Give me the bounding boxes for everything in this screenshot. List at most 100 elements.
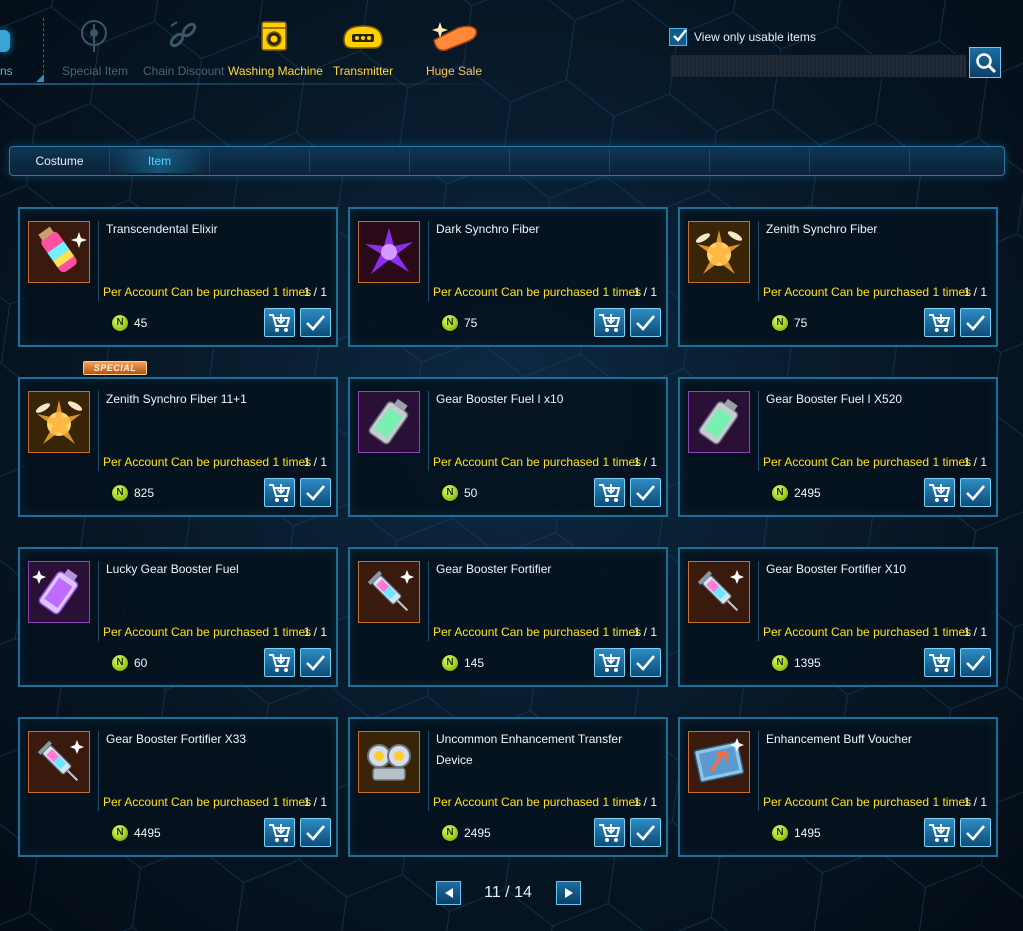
currency-coin-icon: N — [442, 315, 458, 331]
currency-symbol: N — [776, 317, 784, 328]
item-card[interactable]: Dark Synchro Fiber Per Account Can be pur… — [348, 207, 668, 347]
item-name: Enhancement Buff Voucher — [766, 732, 912, 746]
cart-icon — [599, 314, 621, 332]
prev-page-button[interactable] — [436, 881, 461, 905]
cart-icon — [269, 484, 291, 502]
tab-special-item[interactable]: Special Item — [62, 18, 128, 80]
currency-coin-icon: N — [772, 315, 788, 331]
card-divider — [98, 731, 99, 811]
checkmark-icon — [306, 315, 325, 331]
page-indicator: 11 / 14 — [484, 884, 532, 901]
category-tab-costume[interactable]: Costume — [10, 149, 110, 173]
buy-button[interactable] — [264, 648, 295, 677]
buy-button[interactable] — [924, 478, 955, 507]
checkmark-icon — [966, 825, 985, 841]
checkmark-icon — [636, 655, 655, 671]
item-card[interactable]: Enhancement Buff Voucher Per Account Can … — [678, 717, 998, 857]
category-bar: Costume Item — [9, 146, 1005, 176]
buy-button[interactable] — [594, 818, 625, 847]
currency-symbol: N — [446, 317, 454, 328]
card-divider — [758, 731, 759, 811]
select-button[interactable] — [960, 648, 991, 677]
view-usable-toggle[interactable]: View only usable items — [669, 27, 816, 47]
buy-button[interactable] — [924, 648, 955, 677]
select-button[interactable] — [300, 478, 331, 507]
buy-button[interactable] — [264, 308, 295, 337]
tab-chain-discount-label: Chain Discount — [143, 64, 225, 78]
item-price: 145 — [464, 656, 485, 670]
buy-button[interactable] — [264, 818, 295, 847]
cart-icon — [599, 654, 621, 672]
washing-machine-icon — [261, 21, 287, 51]
card-divider — [758, 391, 759, 471]
buy-button[interactable] — [924, 308, 955, 337]
select-button[interactable] — [300, 818, 331, 847]
select-button[interactable] — [630, 818, 661, 847]
buy-button[interactable] — [594, 308, 625, 337]
select-button[interactable] — [960, 818, 991, 847]
buy-button[interactable] — [594, 478, 625, 507]
tab-divider-marker — [36, 74, 44, 82]
purchase-limit-text: Per Account Can be purchased 1 times — [763, 455, 972, 469]
currency-coin-icon: N — [112, 825, 128, 841]
purchase-count: 1 / 1 — [963, 625, 987, 639]
purchase-limit-text: Per Account Can be purchased 1 times — [763, 795, 972, 809]
purchase-count: 1 / 1 — [633, 285, 657, 299]
purchase-count: 1 / 1 — [963, 455, 987, 469]
item-card[interactable]: Gear Booster Fortifier X33 Per Account Ca… — [18, 717, 338, 857]
checkmark-icon — [966, 485, 985, 501]
item-card[interactable]: Zenith Synchro Fiber 11+1 Per Account Can… — [18, 377, 338, 517]
cart-icon — [929, 484, 951, 502]
tab-partial[interactable]: ns — [0, 22, 40, 80]
item-card[interactable]: Gear Booster Fuel I X520 Per Account Can … — [678, 377, 998, 517]
currency-symbol: N — [776, 487, 784, 498]
purchase-limit-text: Per Account Can be purchased 1 times — [433, 455, 642, 469]
card-divider — [98, 221, 99, 301]
select-button[interactable] — [300, 648, 331, 677]
tab-chain-discount[interactable]: Chain Discount — [143, 18, 225, 80]
item-thumbnail — [688, 221, 750, 283]
tab-transmitter[interactable]: Transmitter — [330, 18, 396, 80]
item-card[interactable]: Gear Booster Fortifier Per Account Can be… — [348, 547, 668, 687]
buy-button[interactable] — [594, 648, 625, 677]
select-button[interactable] — [300, 308, 331, 337]
checkmark-icon — [306, 825, 325, 841]
next-page-button[interactable] — [556, 881, 581, 905]
item-card[interactable]: Lucky Gear Booster Fuel Per Account Can b… — [18, 547, 338, 687]
purchase-limit-text: Per Account Can be purchased 1 times — [103, 625, 312, 639]
item-thumbnail — [28, 731, 90, 793]
search-button[interactable] — [969, 47, 1001, 78]
item-card[interactable]: Gear Booster Fortifier X10 Per Account Ca… — [678, 547, 998, 687]
item-price: 825 — [134, 486, 155, 500]
tab-huge-sale[interactable]: Huge Sale — [423, 18, 485, 80]
currency-symbol: N — [776, 657, 784, 668]
special-badge: SPECIAL — [83, 361, 147, 375]
purchase-count: 1 / 1 — [633, 625, 657, 639]
category-tab-item[interactable]: Item — [110, 149, 210, 173]
select-button[interactable] — [630, 478, 661, 507]
select-button[interactable] — [630, 308, 661, 337]
item-thumbnail — [688, 561, 750, 623]
view-usable-checkbox[interactable] — [669, 28, 687, 46]
item-price: 1495 — [794, 826, 821, 840]
item-card[interactable]: Uncommon Enhancement Transfer Device Per … — [348, 717, 668, 857]
select-button[interactable] — [960, 478, 991, 507]
buy-button[interactable] — [924, 818, 955, 847]
currency-coin-icon: N — [112, 315, 128, 331]
item-card[interactable]: Gear Booster Fuel I x10 Per Account Can b… — [348, 377, 668, 517]
select-button[interactable] — [960, 308, 991, 337]
item-thumbnail — [28, 221, 90, 283]
category-tab-empty — [810, 149, 910, 173]
item-price: 60 — [134, 656, 148, 670]
currency-symbol: N — [116, 657, 124, 668]
purchase-count: 1 / 1 — [303, 625, 327, 639]
select-button[interactable] — [630, 648, 661, 677]
buy-button[interactable] — [264, 478, 295, 507]
item-card[interactable]: Zenith Synchro Fiber Per Account Can be p… — [678, 207, 998, 347]
syringe-icon — [359, 562, 419, 622]
purchase-count: 1 / 1 — [963, 795, 987, 809]
search-input[interactable] — [669, 54, 967, 78]
tab-washing-machine[interactable]: Washing Machine — [228, 18, 323, 80]
item-card[interactable]: Transcendental Elixir Per Account Can be … — [18, 207, 338, 347]
currency-symbol: N — [776, 827, 784, 838]
